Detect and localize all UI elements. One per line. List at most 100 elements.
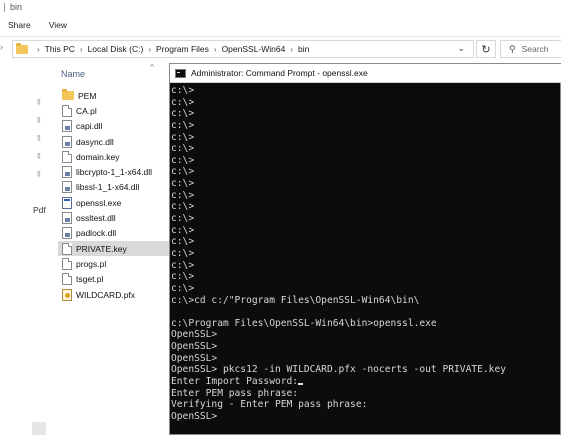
file-list-item[interactable]: libssl-1_1-x64.dll [58, 180, 170, 195]
pin-icon[interactable]: ✎ [33, 133, 44, 144]
file-list-item[interactable]: ossltest.dll [58, 210, 170, 225]
document-icon [62, 257, 72, 270]
terminal-line: OpenSSL> [171, 341, 559, 353]
chevron-right-icon[interactable]: › [80, 45, 83, 54]
file-list-item[interactable]: CA.pl [58, 103, 170, 118]
pin-icon[interactable]: ✎ [33, 151, 44, 162]
terminal-line: Enter Import Password: [171, 376, 559, 388]
file-list: PEM CA.pl capi.dll dasync.dll domain.key libc… [58, 88, 170, 302]
terminal-line-text: c:\> [171, 85, 195, 96]
terminal-line-text: c:\> [171, 131, 195, 143]
chevron-right-icon[interactable]: › [148, 45, 151, 54]
terminal-line: c:\> [171, 248, 559, 260]
chevron-down-icon[interactable]: ⌄ [457, 43, 465, 54]
search-placeholder: Search [521, 44, 549, 54]
terminal-line-text: Verifying - Enter PEM pass phrase: [171, 399, 368, 411]
file-list-item[interactable]: capi.dll [58, 119, 170, 134]
certificate-file-icon [62, 288, 72, 301]
terminal-line-text: c:\> [171, 247, 195, 259]
terminal-line: c:\> [171, 132, 559, 144]
refresh-button[interactable]: ↻ [476, 40, 496, 58]
breadcrumb-local-disk[interactable]: Local Disk (C:) [88, 44, 144, 54]
terminal-line: c:\>cd c:/"Program Files\OpenSSL-Win64\b… [171, 295, 559, 307]
window-title: bin [10, 2, 23, 12]
document-icon [62, 150, 72, 163]
file-name: tsget.pl [76, 274, 104, 285]
terminal-line-text: c:\> [171, 224, 195, 236]
file-list-item[interactable]: WILDCARD.pfx [58, 287, 170, 302]
dll-file-icon [62, 227, 72, 240]
terminal-line-text: c:\>cd c:/"Program Files\OpenSSL-Win64\b… [171, 294, 420, 306]
breadcrumb-program-files[interactable]: Program Files [156, 44, 209, 54]
terminal-line-text: c:\> [171, 201, 195, 213]
file-list-item[interactable]: openssl.exe [58, 195, 170, 210]
terminal-line-text: c:\> [171, 271, 195, 283]
file-list-item[interactable]: PEM [58, 88, 170, 103]
terminal-line-text: c:\> [171, 154, 195, 166]
explorer-titlebar: bin [0, 0, 561, 14]
file-name: CA.pl [76, 105, 97, 116]
terminal-line: OpenSSL> [171, 329, 559, 341]
terminal-line-text: c:\> [171, 178, 195, 190]
terminal-line-text: c:\> [171, 236, 195, 248]
breadcrumb-openssl[interactable]: OpenSSL-Win64 [222, 44, 286, 54]
sort-ascending-icon[interactable]: ^ [150, 62, 154, 72]
file-list-item[interactable]: tsget.pl [58, 272, 170, 287]
terminal-line: c:\> [171, 236, 559, 248]
terminal-line-text: c:\> [171, 282, 195, 294]
terminal-line: c:\> [171, 201, 559, 213]
exe-file-icon [62, 196, 72, 209]
cmd-title: Administrator: Command Prompt - openssl.… [191, 68, 368, 78]
chevron-right-icon[interactable]: › [37, 45, 40, 54]
terminal-line: c:\> [171, 190, 559, 202]
cmd-titlebar[interactable]: Administrator: Command Prompt - openssl.… [170, 64, 561, 83]
scrollbar[interactable] [32, 422, 46, 435]
tab-view[interactable]: View [49, 20, 67, 30]
file-list-item[interactable]: dasync.dll [58, 134, 170, 149]
search-input[interactable]: ⚲ Search [500, 40, 561, 58]
terminal-line-text: c:\Program Files\OpenSSL-Win64\bin>opens… [171, 317, 437, 329]
chevron-right-icon[interactable]: › [0, 42, 3, 52]
terminal-line-text: c:\> [171, 96, 195, 108]
address-bar[interactable]: › This PC › Local Disk (C:) › Program Fi… [12, 40, 474, 58]
file-name: progs.pl [76, 258, 107, 269]
pin-icon[interactable]: ✎ [33, 97, 44, 108]
terminal-line: c:\> [171, 120, 559, 132]
column-name-header[interactable]: Name [61, 69, 85, 79]
terminal-output[interactable]: c:\> c:\> c:\> c:\> c:\> c:\> c:\> c:\> c:\> c:\>… [171, 84, 559, 434]
terminal-line-text: OpenSSL> [171, 341, 218, 353]
refresh-icon: ↻ [481, 43, 491, 56]
file-list-item[interactable]: padlock.dll [58, 226, 170, 241]
titlebar-separator [4, 2, 5, 12]
terminal-line-text: Enter PEM pass phrase: [171, 387, 299, 399]
terminal-line-text: OpenSSL> pkcs12 -in WILDCARD.pfx -nocert… [171, 364, 507, 376]
breadcrumb-this-pc[interactable]: This PC [45, 44, 75, 54]
terminal-line-text: OpenSSL> [171, 352, 218, 364]
nav-item-pdf[interactable]: Pdf [33, 205, 46, 215]
file-list-item[interactable]: domain.key [58, 149, 170, 164]
terminal-line: c:\> [171, 166, 559, 178]
chevron-right-icon[interactable]: › [214, 45, 217, 54]
chevron-right-icon[interactable]: › [290, 45, 293, 54]
terminal-line-text: OpenSSL> [171, 329, 218, 341]
terminal-line: c:\> [171, 213, 559, 225]
column-header: ^ Name [58, 62, 170, 84]
file-name: libssl-1_1-x64.dll [76, 182, 140, 193]
breadcrumb-bin[interactable]: bin [298, 44, 309, 54]
terminal-line: Enter PEM pass phrase: [171, 388, 559, 400]
file-list-item[interactable]: libcrypto-1_1-x64.dll [58, 164, 170, 179]
pin-icon[interactable]: ✎ [33, 169, 44, 180]
folder-icon [62, 89, 74, 101]
address-row: › › This PC › Local Disk (C:) › Program … [0, 38, 561, 60]
pin-icon[interactable]: ✎ [33, 115, 44, 126]
terminal-line: OpenSSL> pkcs12 -in WILDCARD.pfx -nocert… [171, 364, 559, 376]
tab-share[interactable]: Share [8, 20, 31, 30]
terminal-line: c:\> [171, 85, 559, 97]
file-list-item[interactable]: PRIVATE.key [58, 240, 170, 257]
terminal-line-text: c:\> [171, 119, 195, 131]
command-prompt-window: Administrator: Command Prompt - openssl.… [169, 63, 561, 435]
file-list-item[interactable]: progs.pl [58, 256, 170, 271]
dll-file-icon [62, 212, 72, 225]
terminal-line: c:\> [171, 271, 559, 283]
